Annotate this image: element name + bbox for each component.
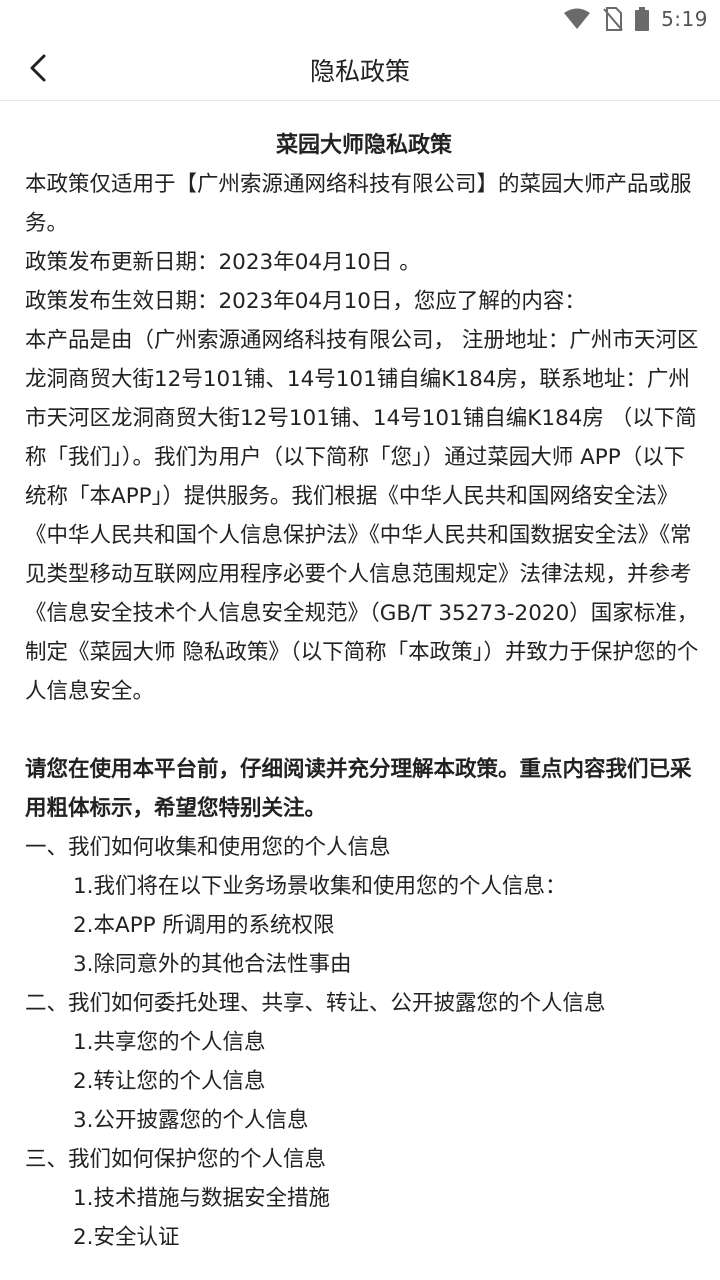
nav-bar: 隐私政策 <box>0 38 720 101</box>
toc-item: 2.安全认证 <box>73 1225 180 1250</box>
policy-content[interactable]: 菜园大师隐私政策 本政策仅适用于【广州索源通网络科技有限公司】的菜园大师产品或服… <box>25 126 703 1257</box>
intro-paragraph: 政策发布生效日期：2023年04月10日，您应了解的内容： <box>25 289 586 314</box>
toc-item: 1.共享您的个人信息 <box>73 1030 266 1055</box>
document-title: 菜园大师隐私政策 <box>275 133 452 158</box>
wifi-icon <box>563 8 591 30</box>
toc-heading: 三、我们如何保护您的个人信息 <box>25 1147 327 1172</box>
toc-item: 2.转让您的个人信息 <box>73 1069 266 1094</box>
toc-item: 3.公开披露您的个人信息 <box>73 1108 309 1133</box>
battery-icon <box>635 7 650 31</box>
intro-paragraph: 政策发布更新日期：2023年04月10日 。 <box>25 250 421 275</box>
toc-heading: 一、我们如何收集和使用您的个人信息 <box>25 835 391 860</box>
status-bar: 5:19 <box>0 0 720 38</box>
toc-heading: 二、我们如何委托处理、共享、转让、公开披露您的个人信息 <box>25 991 606 1016</box>
toc-item: 2.本APP 所调用的系统权限 <box>73 913 335 938</box>
status-icons: 5:19 <box>563 4 708 34</box>
intro-paragraph: 本政策仅适用于【广州索源通网络科技有限公司】的菜园大师产品或服务。 <box>25 172 692 236</box>
status-time: 5:19 <box>661 7 708 31</box>
intro-paragraph: 本产品是由（广州索源通网络科技有限公司， 注册地址：广州市天河区龙洞商贸大街12… <box>25 328 699 704</box>
notice-bold-paragraph: 请您在使用本平台前，仔细阅读并充分理解本政策。重点内容我们已采用粗体标示，希望您… <box>25 757 692 821</box>
no-sim-icon <box>603 7 623 31</box>
toc-item: 1.我们将在以下业务场景收集和使用您的个人信息： <box>73 874 567 899</box>
toc-item: 3.除同意外的其他合法性事由 <box>73 952 352 977</box>
toc-item: 1.技术措施与数据安全措施 <box>73 1186 331 1211</box>
page-title: 隐私政策 <box>309 57 410 86</box>
